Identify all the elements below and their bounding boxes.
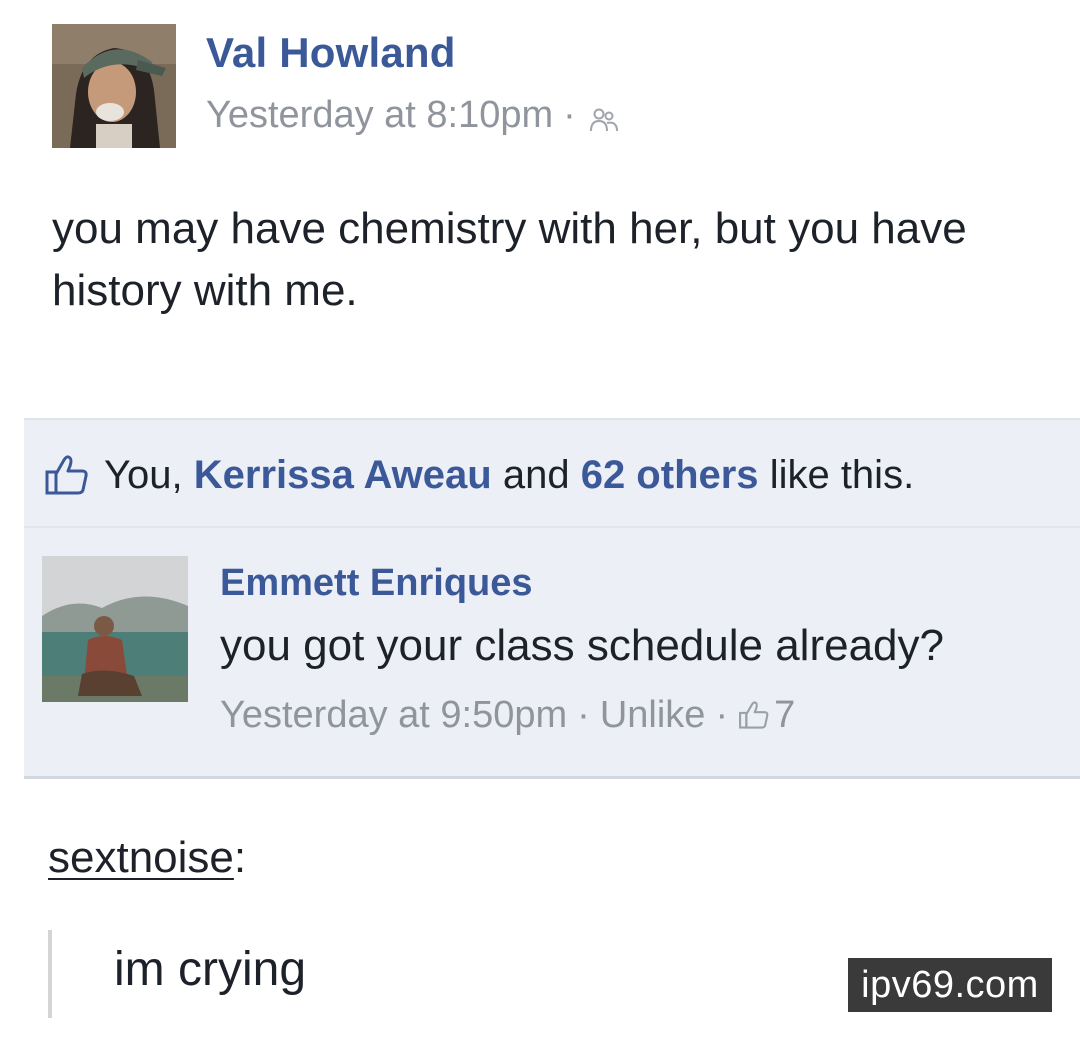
profile-photo xyxy=(52,24,176,148)
likes-suffix: like this. xyxy=(769,452,915,497)
post-meta: Yesterday at 8:10pm · xyxy=(206,96,618,134)
post-header: Val Howland Yesterday at 8:10pm · xyxy=(52,24,618,150)
reblog-username[interactable]: sextnoise xyxy=(48,833,234,882)
friends-icon[interactable] xyxy=(589,102,618,132)
comment-timestamp[interactable]: Yesterday at 9:50pm xyxy=(220,696,567,734)
thumbs-up-icon[interactable] xyxy=(44,452,90,498)
quote-bar xyxy=(48,930,52,1018)
reblog-quote: im crying xyxy=(114,943,307,996)
meta-separator: · xyxy=(715,694,729,736)
meta-separator: · xyxy=(577,694,590,736)
likes-middle: and xyxy=(502,452,570,497)
comment-text: you got your class schedule already? xyxy=(220,621,944,670)
author-name[interactable]: Val Howland xyxy=(206,32,618,74)
comment-meta: Yesterday at 9:50pm · Unlike · 7 xyxy=(220,696,944,734)
reblog-colon: : xyxy=(233,833,247,882)
feedback-section: You, Kerrissa Aweau and 62 others like t… xyxy=(24,418,1080,779)
unlike-link[interactable]: Unlike xyxy=(600,696,706,734)
reblog-attribution: sextnoise: xyxy=(48,836,246,880)
avatar[interactable] xyxy=(52,24,176,148)
comment-like-count[interactable]: 7 xyxy=(774,696,795,734)
comment: Emmett Enriques you got your class sched… xyxy=(42,556,944,734)
author-block: Val Howland Yesterday at 8:10pm · xyxy=(206,32,618,134)
commenter-avatar[interactable] xyxy=(42,556,188,702)
comment-author[interactable]: Emmett Enriques xyxy=(220,564,944,602)
meta-separator: · xyxy=(563,94,576,136)
divider xyxy=(24,526,1080,528)
thumbs-up-icon xyxy=(738,699,770,731)
post-timestamp[interactable]: Yesterday at 8:10pm xyxy=(206,96,553,134)
profile-photo xyxy=(42,556,188,702)
watermark: ipv69.com xyxy=(848,958,1052,1012)
comment-content: Emmett Enriques you got your class sched… xyxy=(220,564,944,734)
others-link[interactable]: 62 others xyxy=(581,453,759,498)
post-text: you may have chemistry with her, but you… xyxy=(52,204,967,315)
likes-prefix: You, xyxy=(104,452,183,497)
likes-summary: You, Kerrissa Aweau and 62 others like t… xyxy=(44,452,914,498)
liker-link[interactable]: Kerrissa Aweau xyxy=(194,453,492,498)
